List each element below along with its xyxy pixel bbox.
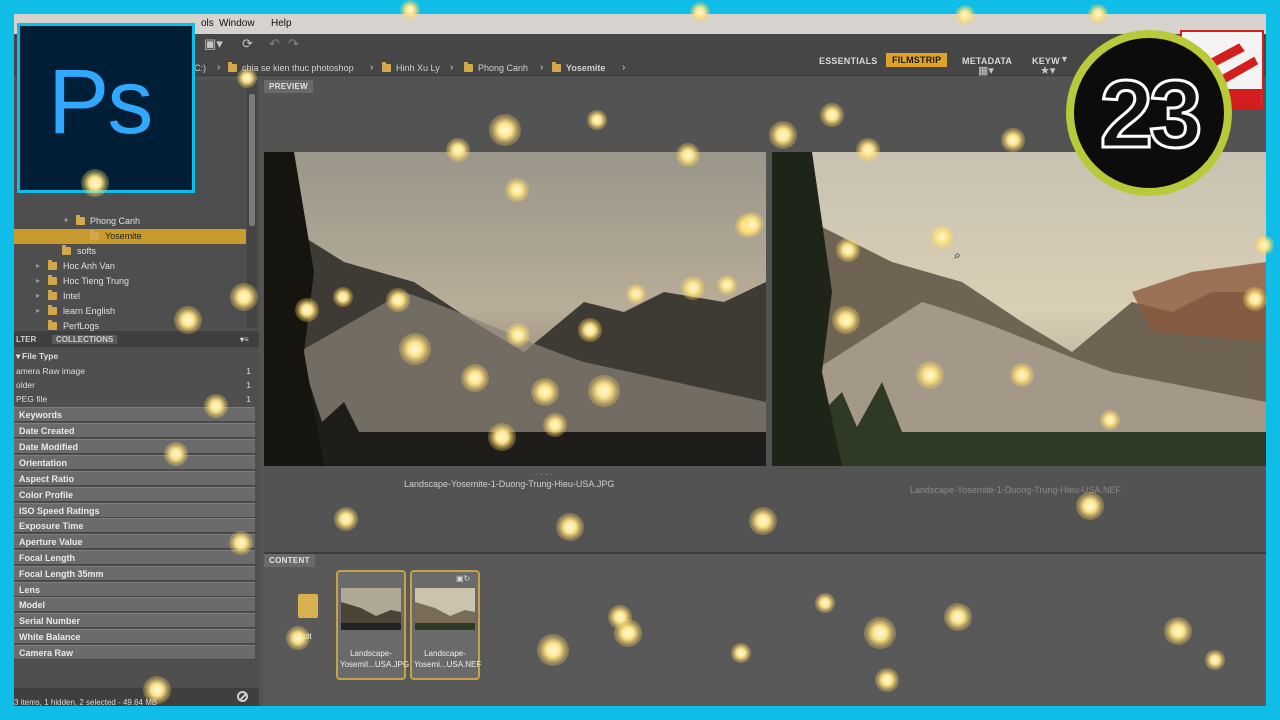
crumb-yosemite[interactable]: Yosemite	[552, 62, 605, 73]
workspace-menu-chevron-icon[interactable]: ▼	[1060, 54, 1069, 64]
folder-icon	[76, 215, 85, 225]
folder-icon	[48, 290, 57, 300]
thumbnail-image	[415, 588, 475, 630]
filter-category[interactable]: Focal Length	[14, 550, 255, 565]
tab-collections[interactable]: COLLECTIONS	[52, 335, 118, 344]
filter-category[interactable]: Exposure Time	[14, 518, 255, 533]
crumb-chia-se[interactable]: chia se kien thuc photoshop	[228, 62, 354, 73]
content-folder-label: edit	[299, 632, 312, 641]
tree-item-hoc-anh-van[interactable]: ▸ Hoc Anh Van	[14, 259, 246, 274]
rotate-right-icon[interactable]: ↷	[288, 36, 299, 52]
filter-category[interactable]: White Balance	[14, 629, 255, 644]
tree-item-phong-canh[interactable]: ▾ Phong Canh	[14, 214, 246, 229]
folder-icon	[48, 320, 57, 330]
content-panel: CONTENT edit Landscape-Yosemit...USA.JPG…	[264, 552, 1266, 706]
filter-panel-header: LTER COLLECTIONS ▾≡	[14, 331, 259, 347]
filter-category[interactable]: Focal Length 35mm	[14, 566, 255, 581]
filter-category[interactable]: Keywords	[14, 407, 255, 422]
crumb-separator-icon: ›	[370, 62, 374, 73]
expand-triangle-icon[interactable]: ▸	[36, 276, 40, 285]
crumb-separator-icon: ›	[450, 62, 454, 73]
tree-item-yosemite[interactable]: Yosemite	[14, 229, 246, 244]
refine-icon[interactable]: ⟳	[242, 36, 253, 52]
folder-icon	[48, 275, 57, 285]
view-mode-icon[interactable]: ▦▾	[978, 64, 994, 77]
expand-triangle-icon[interactable]: ▸	[36, 261, 40, 270]
content-item-folder[interactable]: edit	[282, 586, 332, 656]
filter-category[interactable]: Lens	[14, 582, 255, 597]
folders-scrollbar[interactable]	[247, 80, 257, 328]
logo-text: Ps	[48, 51, 153, 153]
folder-icon	[62, 245, 71, 255]
folder-icon	[48, 260, 57, 270]
tree-item-learn-english[interactable]: ▸ learn English	[14, 304, 246, 319]
filter-category[interactable]: Color Profile	[14, 487, 255, 502]
tab-preview[interactable]: PREVIEW	[264, 80, 313, 93]
rating-filter-star-icon[interactable]: ★▾	[1040, 64, 1055, 77]
filter-type-camera-raw[interactable]: amera Raw image 1	[14, 364, 255, 378]
crumb-phong-canh[interactable]: Phong Canh	[464, 62, 528, 73]
episode-number: 23	[1098, 60, 1204, 170]
tree-item-hoc-tieng-trung[interactable]: ▸ Hoc Tieng Trung	[14, 274, 246, 289]
menu-help[interactable]: Help	[271, 18, 292, 29]
crumb-drive[interactable]: C:)	[194, 63, 206, 73]
photoshop-logo: Ps	[17, 23, 195, 193]
filter-file-type-header[interactable]: ▾ File Type	[14, 349, 255, 363]
filter-category[interactable]: Camera Raw	[14, 645, 255, 660]
zoom-loupe-icon[interactable]: ⌕	[954, 248, 961, 263]
menu-bar: ols Window Help	[14, 14, 1266, 34]
filter-type-folder[interactable]: older 1	[14, 378, 255, 392]
preview-image-nef[interactable]	[772, 152, 1266, 466]
menu-window[interactable]: Window	[219, 18, 255, 29]
expand-triangle-icon[interactable]: ▾	[64, 216, 68, 225]
preview-right-caption: Landscape-Yosemite-1-Duong-Trung-Hieu-US…	[910, 485, 1121, 495]
content-thumb-nef[interactable]: ▣↻ Landscape-Yosemi...USA.NEF	[410, 570, 482, 680]
crumb-hinh-xu-ly[interactable]: Hinh Xu Ly	[382, 62, 440, 73]
folder-icon	[298, 594, 318, 618]
thumb-caption: Landscape-Yosemi...USA.NEF	[414, 649, 482, 669]
folder-icon	[552, 62, 561, 72]
rotate-left-icon[interactable]: ↶	[269, 36, 280, 52]
preview-left-caption: Landscape-Yosemite-1-Duong-Trung-Hieu-US…	[404, 479, 615, 489]
filter-category[interactable]: Orientation	[14, 455, 255, 470]
folder-icon	[90, 230, 99, 240]
episode-badge: 23	[1066, 30, 1232, 196]
expand-triangle-icon: ▾	[16, 351, 21, 361]
filter-category[interactable]: Aperture Value	[14, 534, 255, 549]
folder-icon	[48, 305, 57, 315]
scrollbar-thumb[interactable]	[249, 94, 255, 226]
menu-tools[interactable]: ols	[201, 18, 214, 29]
filter-type-jpeg[interactable]: PEG file 1	[14, 392, 255, 406]
tree-item-softs[interactable]: softs	[14, 244, 246, 259]
tree-item-intel[interactable]: ▸ Intel	[14, 289, 246, 304]
crumb-separator-icon: ›	[540, 62, 544, 73]
filter-category[interactable]: Model	[14, 597, 255, 612]
crumb-separator-icon: ›	[217, 62, 221, 73]
tab-filter[interactable]: LTER	[16, 335, 36, 344]
tab-content[interactable]: CONTENT	[264, 554, 315, 567]
folder-icon	[382, 62, 391, 72]
crumb-separator-icon: ›	[622, 62, 626, 73]
filter-category[interactable]: ISO Speed Ratings	[14, 503, 255, 518]
camera-raw-badge-icon: ▣↻	[456, 574, 471, 583]
filter-category[interactable]: Serial Number	[14, 613, 255, 628]
preview-image-jpg[interactable]	[264, 152, 766, 466]
thumbnail-image	[341, 588, 401, 630]
folder-icon	[228, 62, 237, 72]
content-thumb-jpg[interactable]: Landscape-Yosemit...USA.JPG	[336, 570, 410, 680]
thumb-caption: Landscape-Yosemit...USA.JPG	[340, 649, 410, 669]
status-bar: 3 items, 1 hidden, 2 selected - 49.64 MB	[14, 698, 158, 706]
expand-triangle-icon[interactable]: ▸	[36, 306, 40, 315]
folder-icon	[464, 62, 473, 72]
filter-category[interactable]: Date Modified	[14, 439, 255, 454]
panel-menu-icon[interactable]: ▾≡	[240, 335, 249, 344]
expand-triangle-icon[interactable]: ▸	[36, 291, 40, 300]
filter-category[interactable]: Date Created	[14, 423, 255, 438]
filter-category[interactable]: Aspect Ratio	[14, 471, 255, 486]
copy-icon[interactable]: ▣▾	[204, 36, 223, 52]
preview-separator-dots: . . . . .	[530, 467, 553, 477]
